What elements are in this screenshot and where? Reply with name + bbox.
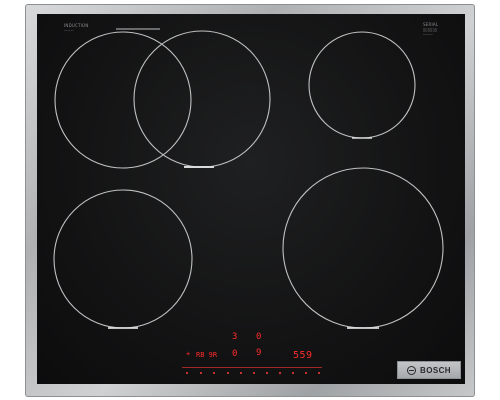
zone-select-display[interactable]: 0 xyxy=(232,349,237,359)
slider-tick[interactable] xyxy=(266,372,268,374)
function-text-display[interactable]: RB 9R xyxy=(196,351,217,359)
timer-display[interactable]: 559 xyxy=(293,350,313,361)
induction-label: INDUCTION ------ xyxy=(64,23,89,33)
bosch-logo-icon xyxy=(407,365,417,375)
slider-tick[interactable] xyxy=(186,372,188,374)
brand-badge: BOSCH xyxy=(397,361,461,379)
power-level-left-display[interactable]: 3 xyxy=(232,332,237,342)
slider-tick[interactable] xyxy=(213,372,215,374)
slider-tick[interactable] xyxy=(292,372,294,374)
power-setting-display[interactable]: 9 xyxy=(256,348,261,358)
flex-zone-top-left[interactable] xyxy=(54,28,271,169)
slider-tick[interactable] xyxy=(240,372,242,374)
serial-label: SERIAL ▯▯▯▯▯▯ ------ xyxy=(423,22,439,37)
zone-top-right[interactable] xyxy=(308,31,416,139)
cooking-zones xyxy=(53,28,444,329)
power-level-right-display[interactable]: 0 xyxy=(256,332,261,342)
zone-top-right-ring xyxy=(308,31,416,139)
small-flag-indicator: + xyxy=(186,350,191,358)
slider-tick[interactable] xyxy=(279,372,281,374)
zone-bottom-right-ring xyxy=(282,167,444,329)
brand-name: BOSCH xyxy=(420,365,451,375)
zone-bottom-left[interactable] xyxy=(53,189,193,329)
slider-tick[interactable] xyxy=(227,372,229,374)
slider-tick[interactable] xyxy=(305,372,307,374)
zone-bottom-left-ring xyxy=(53,189,193,329)
touch-slider-line[interactable] xyxy=(182,367,322,368)
slider-tick[interactable] xyxy=(200,372,202,374)
slider-tick[interactable] xyxy=(253,372,255,374)
zone-bottom-right[interactable] xyxy=(282,167,444,329)
flex-zone-right-ring xyxy=(133,30,271,168)
flex-zone-left-ring xyxy=(54,31,192,169)
slider-tick[interactable] xyxy=(318,372,320,374)
